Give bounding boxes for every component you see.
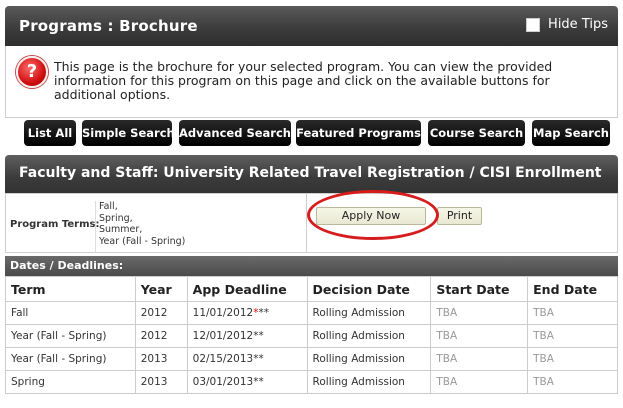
start-cell: TBA: [430, 324, 529, 348]
featured-programs-button[interactable]: Featured Programs: [296, 120, 421, 146]
map-search-button[interactable]: Map Search: [532, 120, 610, 146]
column-header: Decision Date: [306, 276, 432, 302]
end-cell: TBA: [527, 301, 618, 325]
column-header: End Date: [527, 276, 618, 302]
start-cell: TBA: [430, 301, 529, 325]
hide-tips-toggle[interactable]: Hide Tips: [526, 17, 608, 32]
hide-tips-checkbox[interactable]: [526, 17, 541, 32]
year-cell: 2013: [134, 347, 188, 371]
program-header: Faculty and Staff: University Related Tr…: [5, 155, 618, 193]
year-cell: 2013: [134, 370, 188, 394]
term-item: Fall,: [99, 201, 118, 212]
column-header: Term: [5, 276, 136, 302]
tip-box: ? This page is the brochure for your sel…: [5, 46, 618, 118]
dates-table: Term Year App Deadline Decision Date Sta…: [5, 276, 618, 394]
table-row: Year (Fall - Spring) 2012 12/01/2012** R…: [5, 324, 618, 348]
column-header: Start Date: [430, 276, 529, 302]
decision-cell: Rolling Admission: [306, 301, 432, 325]
question-icon: ?: [16, 56, 48, 88]
tip-text: This page is the brochure for your selec…: [54, 59, 553, 102]
term-item: Spring,: [99, 212, 133, 224]
list-all-button[interactable]: List All: [24, 120, 76, 146]
start-cell: TBA: [430, 370, 529, 394]
print-button[interactable]: Print: [437, 207, 482, 225]
course-search-button[interactable]: Course Search: [428, 120, 525, 146]
program-terms-list: Fall, Spring, Summer, Year (Fall - Sprin…: [95, 201, 185, 253]
table-row: Year (Fall - Spring) 2013 02/15/2013** R…: [5, 347, 618, 371]
deadline-cell: 03/01/2013**: [186, 370, 308, 394]
term-item: Summer,: [99, 224, 143, 235]
column-header: App Deadline: [186, 276, 308, 302]
column-header: Year: [134, 276, 188, 302]
program-terms-cell: Program Terms: Fall, Spring, Summer, Yea…: [5, 193, 307, 253]
highlight-oval: [307, 190, 439, 240]
deadline-cell: 12/01/2012**: [186, 324, 308, 348]
simple-search-button[interactable]: Simple Search: [82, 120, 175, 146]
dates-header: Dates / Deadlines:: [5, 256, 618, 276]
year-cell: 2012: [134, 301, 188, 325]
table-header-row: Term Year App Deadline Decision Date Sta…: [5, 276, 618, 302]
program-terms-label: Program Terms:: [10, 219, 100, 230]
table-row: Fall 2012 11/01/2012*** Rolling Admissio…: [5, 301, 618, 325]
end-cell: TBA: [527, 370, 618, 394]
page-title: Programs : Brochure: [19, 17, 198, 35]
end-cell: TBA: [527, 347, 618, 371]
decision-cell: Rolling Admission: [306, 370, 432, 394]
hide-tips-label: Hide Tips: [548, 17, 608, 32]
deadline-cell: 02/15/2013**: [186, 347, 308, 371]
term-cell: Year (Fall - Spring): [5, 324, 136, 348]
advanced-search-button[interactable]: Advanced Search: [179, 120, 291, 146]
deadline-cell: 11/01/2012***: [186, 301, 308, 325]
term-cell: Spring: [5, 370, 136, 394]
term-cell: Fall: [5, 301, 136, 325]
program-title: Faculty and Staff: University Related Tr…: [19, 165, 602, 181]
table-row: Spring 2013 03/01/2013** Rolling Admissi…: [5, 370, 618, 394]
start-cell: TBA: [430, 347, 529, 371]
term-item: Year (Fall - Spring): [99, 235, 186, 247]
page-header: Programs : Brochure Hide Tips: [5, 6, 618, 46]
decision-cell: Rolling Admission: [306, 347, 432, 371]
end-cell: TBA: [527, 324, 618, 348]
decision-cell: Rolling Admission: [306, 324, 432, 348]
dates-title: Dates / Deadlines:: [10, 259, 124, 272]
year-cell: 2012: [134, 324, 188, 348]
term-cell: Year (Fall - Spring): [5, 347, 136, 371]
